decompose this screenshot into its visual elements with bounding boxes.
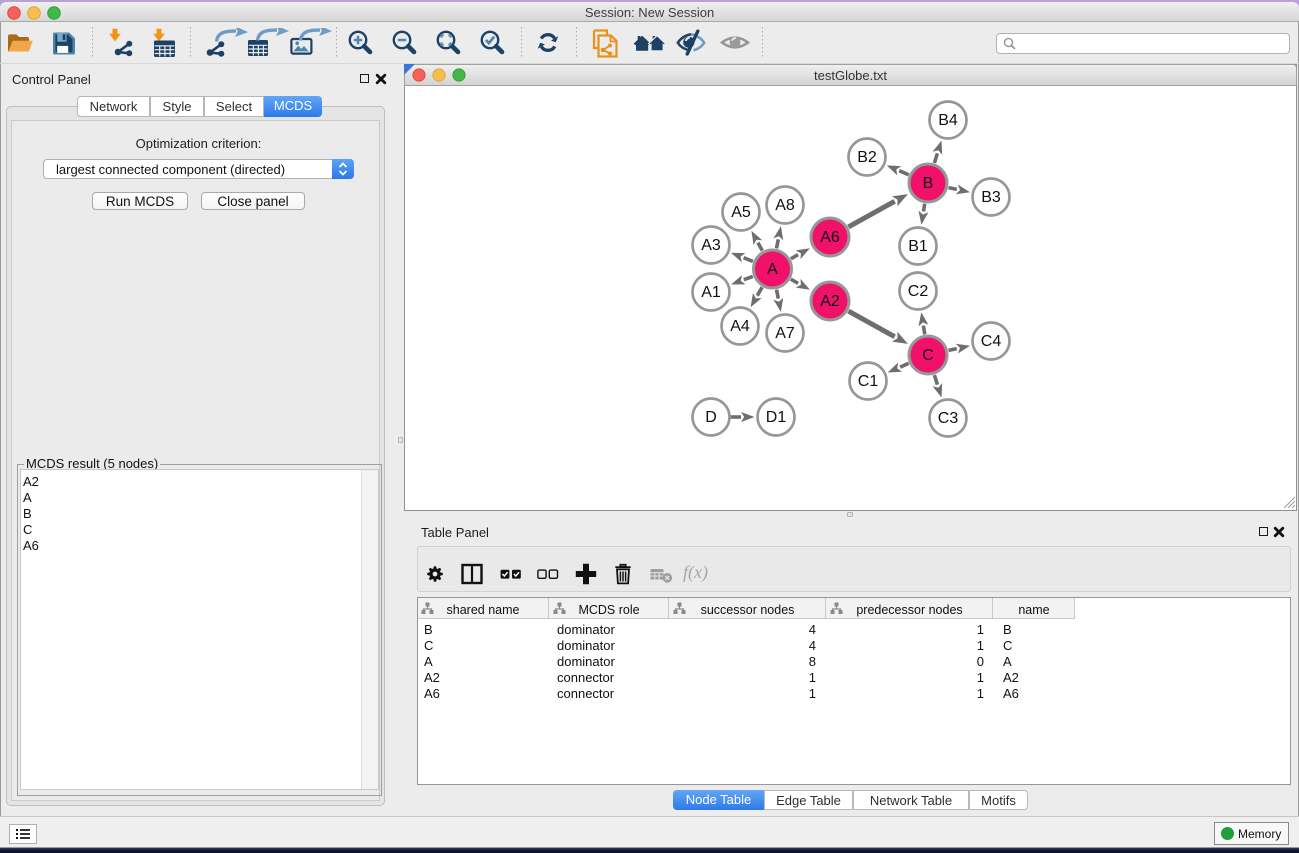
svg-text:C4: C4 <box>981 333 1002 350</box>
svg-text:A4: A4 <box>730 318 750 335</box>
svg-text:C3: C3 <box>938 410 959 427</box>
svg-text:B4: B4 <box>938 112 958 129</box>
svg-text:A6: A6 <box>820 229 840 246</box>
svg-text:A5: A5 <box>731 204 751 221</box>
svg-text:A7: A7 <box>775 325 795 342</box>
svg-text:B: B <box>923 175 934 192</box>
svg-text:B2: B2 <box>857 149 877 166</box>
svg-text:A1: A1 <box>701 284 721 301</box>
svg-text:D1: D1 <box>766 409 787 426</box>
svg-text:B1: B1 <box>908 238 928 255</box>
svg-text:A3: A3 <box>701 237 721 254</box>
svg-text:B3: B3 <box>981 189 1001 206</box>
svg-text:A2: A2 <box>820 293 840 310</box>
svg-text:C2: C2 <box>908 283 929 300</box>
svg-text:A8: A8 <box>775 197 795 214</box>
svg-text:D: D <box>705 409 717 426</box>
svg-text:A: A <box>767 261 778 278</box>
svg-text:C: C <box>922 347 934 364</box>
svg-text:C1: C1 <box>858 373 879 390</box>
